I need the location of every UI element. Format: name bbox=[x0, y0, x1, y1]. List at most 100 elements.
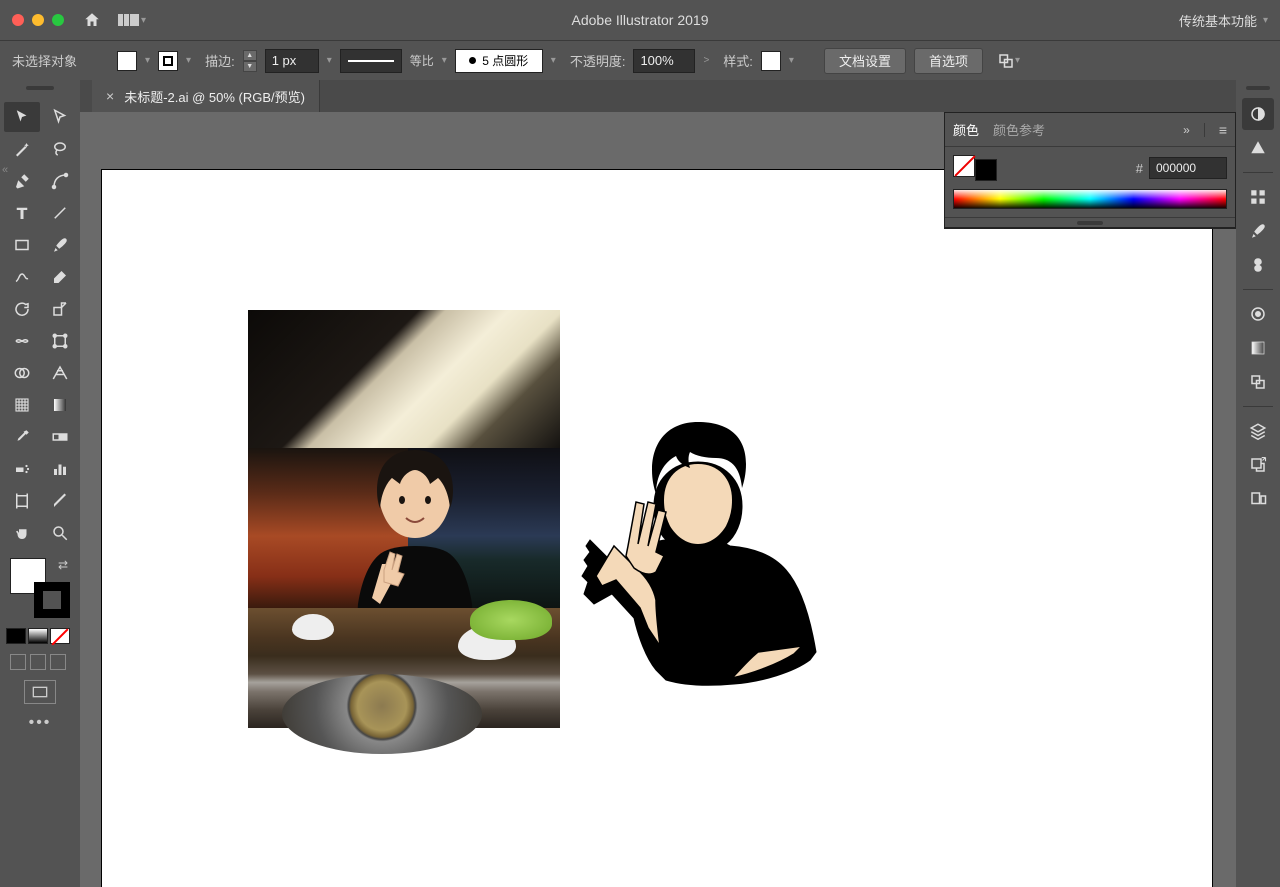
chevron-down-icon[interactable]: ▾ bbox=[551, 55, 556, 66]
hand-tool[interactable] bbox=[4, 518, 40, 548]
brush-definition[interactable]: 5 点圆形 bbox=[455, 49, 543, 73]
stroke-panel-icon[interactable] bbox=[1242, 298, 1274, 330]
artboard-tool[interactable] bbox=[4, 486, 40, 516]
color-spectrum[interactable] bbox=[953, 189, 1227, 209]
color-panel: 颜色 颜色参考 » ≡ # bbox=[944, 112, 1236, 229]
draw-normal[interactable] bbox=[10, 654, 26, 670]
color-guide-panel-icon[interactable] bbox=[1242, 132, 1274, 164]
slice-tool[interactable] bbox=[42, 486, 78, 516]
color-mode-gradient[interactable] bbox=[28, 628, 48, 644]
color-guide-tab[interactable]: 颜色参考 bbox=[993, 120, 1045, 139]
minimize-window-button[interactable] bbox=[32, 14, 44, 26]
panel-menu-icon[interactable]: ≡ bbox=[1219, 122, 1227, 138]
draw-behind[interactable] bbox=[30, 654, 46, 670]
fill-swatch[interactable] bbox=[117, 51, 137, 71]
stroke-width-field[interactable]: 1 px bbox=[265, 49, 319, 73]
selection-status: 未选择对象 bbox=[12, 51, 77, 70]
type-tool[interactable] bbox=[4, 198, 40, 228]
magic-wand-tool[interactable] bbox=[4, 134, 40, 164]
swatches-panel-icon[interactable] bbox=[1242, 181, 1274, 213]
document-tab-name: 未标题-2.ai @ 50% (RGB/预览) bbox=[124, 87, 305, 106]
panel-fill-stroke[interactable] bbox=[953, 155, 997, 181]
workspace-switcher[interactable]: 传统基本功能 ▾ bbox=[1179, 11, 1268, 30]
color-mode-solid[interactable] bbox=[6, 628, 26, 644]
maximize-window-button[interactable] bbox=[52, 14, 64, 26]
home-button[interactable] bbox=[78, 6, 106, 34]
fill-stroke-indicator[interactable]: ⇄ bbox=[10, 558, 70, 618]
chevron-down-icon[interactable]: ▾ bbox=[145, 55, 150, 66]
zoom-tool[interactable] bbox=[42, 518, 78, 548]
color-mode-none[interactable] bbox=[50, 628, 70, 644]
window-controls bbox=[12, 14, 64, 26]
chevron-down-icon[interactable]: > bbox=[703, 55, 709, 66]
opacity-field[interactable]: 100% bbox=[633, 49, 695, 73]
asset-export-panel-icon[interactable] bbox=[1242, 449, 1274, 481]
scale-tool[interactable] bbox=[42, 294, 78, 324]
placed-reference-photo[interactable] bbox=[248, 310, 560, 728]
pen-tool[interactable] bbox=[4, 166, 40, 196]
screen-mode-button[interactable] bbox=[24, 680, 56, 704]
transparency-panel-icon[interactable] bbox=[1242, 366, 1274, 398]
layers-panel-icon[interactable] bbox=[1242, 415, 1274, 447]
panel-grip[interactable] bbox=[15, 86, 65, 98]
eyedropper-tool[interactable] bbox=[4, 422, 40, 452]
swap-fill-stroke-icon[interactable]: ⇄ bbox=[58, 558, 68, 572]
align-flyout[interactable]: ▾ bbox=[997, 52, 1020, 70]
gradient-tool[interactable] bbox=[42, 390, 78, 420]
artboards-panel-icon[interactable] bbox=[1242, 483, 1274, 515]
width-tool[interactable] bbox=[4, 326, 40, 356]
document-setup-button[interactable]: 文档设置 bbox=[824, 48, 906, 74]
chevron-down-icon[interactable]: ▾ bbox=[789, 55, 794, 66]
hex-input[interactable] bbox=[1149, 157, 1227, 179]
panel-grip[interactable] bbox=[1246, 86, 1270, 90]
mesh-tool[interactable] bbox=[4, 390, 40, 420]
stroke-width-stepper[interactable]: ▲▼ bbox=[243, 50, 257, 72]
eraser-tool[interactable] bbox=[42, 262, 78, 292]
gradient-panel-icon[interactable] bbox=[1242, 332, 1274, 364]
free-transform-tool[interactable] bbox=[42, 326, 78, 356]
rotate-tool[interactable] bbox=[4, 294, 40, 324]
chevron-down-icon[interactable]: ▾ bbox=[186, 55, 191, 66]
profile-label: 等比 bbox=[410, 52, 434, 69]
variable-width-profile[interactable] bbox=[340, 49, 402, 73]
collapse-panel-icon[interactable]: » bbox=[1183, 123, 1190, 137]
style-label: 样式: bbox=[723, 51, 753, 70]
document-tab[interactable]: × 未标题-2.ai @ 50% (RGB/预览) bbox=[92, 80, 320, 112]
draw-inside[interactable] bbox=[50, 654, 66, 670]
paintbrush-tool[interactable] bbox=[42, 230, 78, 260]
stroke-color-box[interactable] bbox=[34, 582, 70, 618]
blend-tool[interactable] bbox=[42, 422, 78, 452]
column-graph-tool[interactable] bbox=[42, 454, 78, 484]
edit-toolbar-button[interactable]: ••• bbox=[4, 714, 76, 732]
color-panel-tab[interactable]: 颜色 bbox=[953, 120, 979, 139]
line-segment-tool[interactable] bbox=[42, 198, 78, 228]
shaper-tool[interactable] bbox=[4, 262, 40, 292]
perspective-grid-tool[interactable] bbox=[42, 358, 78, 388]
direct-selection-tool[interactable] bbox=[42, 102, 78, 132]
curvature-tool[interactable] bbox=[42, 166, 78, 196]
graphic-style-swatch[interactable] bbox=[761, 51, 781, 71]
lasso-tool[interactable] bbox=[42, 134, 78, 164]
title-bar: ▾ Adobe Illustrator 2019 传统基本功能 ▾ bbox=[0, 0, 1280, 40]
selection-tool[interactable] bbox=[4, 102, 40, 132]
color-panel-icon[interactable] bbox=[1242, 98, 1274, 130]
close-tab-icon[interactable]: × bbox=[106, 88, 114, 104]
artboard bbox=[102, 170, 1212, 887]
preferences-button[interactable]: 首选项 bbox=[914, 48, 983, 74]
stroke-label: 描边: bbox=[205, 51, 235, 70]
traced-vector-artwork[interactable] bbox=[574, 420, 844, 694]
arrange-documents-button[interactable]: ▾ bbox=[114, 6, 150, 34]
shape-builder-tool[interactable] bbox=[4, 358, 40, 388]
chevron-down-icon[interactable]: ▾ bbox=[442, 55, 447, 66]
rectangle-tool[interactable] bbox=[4, 230, 40, 260]
symbols-panel-icon[interactable] bbox=[1242, 249, 1274, 281]
collapse-left-icon[interactable]: « bbox=[2, 164, 8, 176]
brushes-panel-icon[interactable] bbox=[1242, 215, 1274, 247]
chevron-down-icon[interactable]: ▾ bbox=[327, 55, 332, 66]
app-title: Adobe Illustrator 2019 bbox=[572, 12, 709, 28]
close-window-button[interactable] bbox=[12, 14, 24, 26]
main-area: « » bbox=[0, 80, 1280, 887]
stroke-swatch[interactable] bbox=[158, 51, 178, 71]
canvas[interactable]: 颜色 颜色参考 » ≡ # bbox=[80, 112, 1236, 887]
symbol-sprayer-tool[interactable] bbox=[4, 454, 40, 484]
